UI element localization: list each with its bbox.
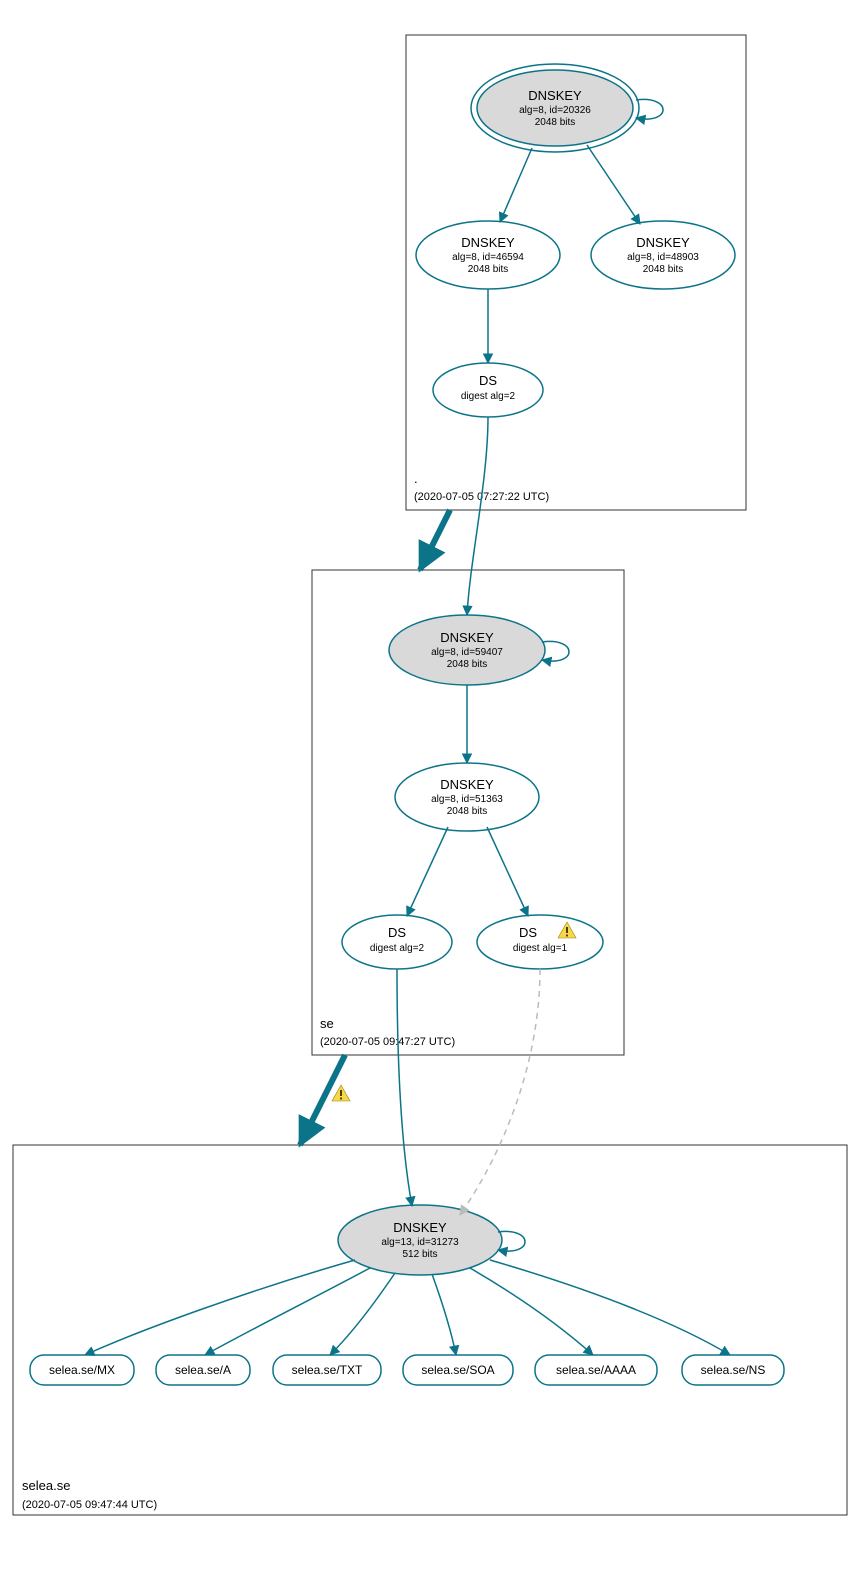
rrset-txt: selea.se/TXT [273, 1355, 381, 1385]
svg-text:alg=8, id=20326: alg=8, id=20326 [519, 105, 591, 116]
rrset-row: selea.se/MX selea.se/A selea.se/TXT sele… [30, 1355, 784, 1385]
zone-se-name: se [320, 1016, 334, 1031]
svg-text:2048 bits: 2048 bits [447, 659, 488, 670]
svg-text:alg=8, id=59407: alg=8, id=59407 [431, 647, 503, 658]
se-zsk-node: DNSKEY alg=8, id=51363 2048 bits [395, 763, 539, 831]
svg-text:digest alg=2: digest alg=2 [461, 391, 516, 402]
edge-sezsk-ds1 [487, 827, 528, 916]
svg-text:2048 bits: 2048 bits [447, 806, 488, 817]
svg-text:DS: DS [519, 925, 537, 940]
se-ksk-node: DNSKEY alg=8, id=59407 2048 bits [389, 615, 569, 685]
edge-leaf-txt [330, 1273, 395, 1355]
root-ksk-selfloop [636, 99, 663, 119]
edge-delegation-root-se [420, 510, 450, 570]
edge-leaf-ns [490, 1260, 730, 1355]
root-zsk2-node: DNSKEY alg=8, id=48903 2048 bits [591, 221, 735, 289]
edge-rootksk-zsk1 [500, 148, 532, 222]
svg-text:DS: DS [388, 925, 406, 940]
svg-text:DNSKEY: DNSKEY [440, 777, 494, 792]
root-ds-node: DS digest alg=2 [433, 363, 543, 417]
svg-text:selea.se/TXT: selea.se/TXT [292, 1363, 363, 1377]
rrset-mx: selea.se/MX [30, 1355, 134, 1385]
svg-text:digest alg=1: digest alg=1 [513, 943, 568, 954]
svg-text:selea.se/A: selea.se/A [175, 1363, 231, 1377]
svg-text:selea.se/NS: selea.se/NS [701, 1363, 766, 1377]
svg-text:selea.se/AAAA: selea.se/AAAA [556, 1363, 636, 1377]
svg-text:2048 bits: 2048 bits [468, 264, 509, 275]
svg-text:2048 bits: 2048 bits [643, 264, 684, 275]
svg-text:selea.se/SOA: selea.se/SOA [421, 1363, 494, 1377]
rrset-aaaa: selea.se/AAAA [535, 1355, 657, 1385]
root-ksk-node: DNSKEY alg=8, id=20326 2048 bits [471, 64, 663, 152]
zone-leaf-ts: (2020-07-05 09:47:44 UTC) [22, 1499, 157, 1511]
edge-sezsk-ds2 [407, 827, 448, 916]
rrset-ns: selea.se/NS [682, 1355, 784, 1385]
se-ksk-selfloop [542, 641, 569, 661]
svg-text:DNSKEY: DNSKEY [528, 88, 582, 103]
svg-text:512 bits: 512 bits [402, 1249, 437, 1260]
edge-leaf-soa [432, 1274, 456, 1355]
zone-se-ts: (2020-07-05 09:47:27 UTC) [320, 1036, 455, 1048]
svg-text:DNSKEY: DNSKEY [461, 235, 515, 250]
rrset-a: selea.se/A [156, 1355, 250, 1385]
edge-seds2-leafksk [397, 969, 412, 1206]
svg-text:2048 bits: 2048 bits [535, 117, 576, 128]
edge-leaf-aaaa [470, 1268, 593, 1355]
svg-text:DNSKEY: DNSKEY [636, 235, 690, 250]
svg-text:DNSKEY: DNSKEY [393, 1220, 447, 1235]
rrset-soa: selea.se/SOA [403, 1355, 513, 1385]
edge-seds1-leafksk [460, 969, 540, 1215]
zone-leaf: selea.se (2020-07-05 09:47:44 UTC) [13, 1145, 847, 1515]
svg-text:selea.se/MX: selea.se/MX [49, 1363, 115, 1377]
svg-text:alg=8, id=48903: alg=8, id=48903 [627, 252, 699, 263]
edge-leaf-mx [85, 1260, 355, 1355]
svg-text:alg=8, id=51363: alg=8, id=51363 [431, 794, 503, 805]
root-zsk1-node: DNSKEY alg=8, id=46594 2048 bits [416, 221, 560, 289]
se-ds2-node: DS digest alg=2 [342, 915, 452, 969]
se-ds1-node: DS digest alg=1 [477, 915, 603, 969]
svg-text:alg=13, id=31273: alg=13, id=31273 [381, 1237, 459, 1248]
zone-root-name: . [414, 471, 418, 486]
edge-rootksk-zsk2 [587, 145, 640, 224]
edge-rootds-seksk [467, 417, 488, 615]
svg-text:DS: DS [479, 373, 497, 388]
zone-leaf-name: selea.se [22, 1478, 70, 1493]
svg-text:DNSKEY: DNSKEY [440, 630, 494, 645]
warning-icon [332, 1085, 350, 1101]
svg-text:digest alg=2: digest alg=2 [370, 943, 425, 954]
svg-text:alg=8, id=46594: alg=8, id=46594 [452, 252, 524, 263]
leaf-ksk-node: DNSKEY alg=13, id=31273 512 bits [338, 1205, 525, 1275]
